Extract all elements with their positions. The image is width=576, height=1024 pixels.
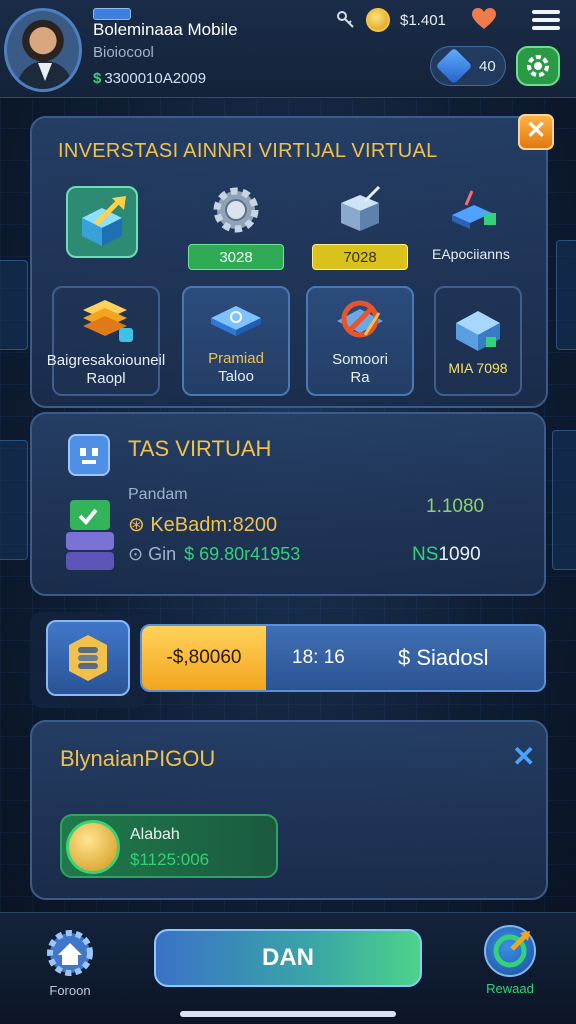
coin-icon — [366, 8, 390, 32]
panel-title: TAS VIRTUAH — [128, 436, 272, 461]
value-right-1: 1.1080 — [426, 496, 485, 517]
nav-home[interactable]: Foroon — [40, 927, 100, 998]
card-no-sign[interactable]: Somoori Ra — [306, 286, 414, 396]
currency-row: $1.401 — [336, 6, 446, 34]
reward-value: $1125:006 — [130, 850, 210, 869]
house-icon — [456, 311, 500, 351]
key-icon[interactable] — [336, 10, 356, 30]
card-money-stack[interactable]: Baigresakoiouneil Raopl — [47, 286, 165, 396]
card-label: MIA 7098 — [448, 360, 508, 376]
close-icon[interactable]: ✕ — [512, 740, 535, 773]
balance-value: 3300010A2009 — [104, 70, 207, 87]
profile-balance: $3300010A2009 — [93, 70, 206, 87]
bar-amount[interactable]: -$,80060 — [142, 626, 266, 690]
gem-value: 40 — [479, 57, 496, 75]
nav-label: Foroon — [49, 983, 91, 998]
gin-line: ⊙ Gin $ 69.80r41953 — [128, 544, 301, 564]
blue-book-icon — [435, 180, 507, 240]
coin-stack-button[interactable] — [46, 620, 130, 696]
coin-icon — [66, 820, 120, 874]
panel-title: BlynaianPIGOU — [60, 746, 216, 771]
value-right-2: NS1090 — [412, 544, 481, 565]
profile-subtitle: Bioiocool — [93, 44, 154, 61]
top-header: Boleminaaa Mobile Bioiocool $3300010A200… — [0, 0, 576, 98]
card-label: Baigresakoiouneil Raopl — [46, 352, 166, 387]
profile-name: Boleminaaa Mobile — [93, 20, 238, 39]
bonus-panel: BlynaianPIGOU ✕ Alabah $1125:006 — [30, 720, 548, 900]
reward-label: Alabah — [130, 826, 180, 843]
reward-card[interactable]: Alabah $1125:006 — [60, 814, 278, 878]
trade-bar[interactable]: -$,80060 18: 16 $ Siadosl — [140, 624, 546, 692]
tile-book[interactable]: EApociianns — [432, 180, 510, 262]
blue-tag-icon — [211, 306, 261, 336]
tile-value: 3028 — [188, 244, 284, 270]
panel-title: INVERSTASI AINNRI VIRTIJAL VIRTUAL — [58, 140, 438, 162]
nav-reward[interactable]: Rewaad — [478, 925, 542, 996]
tile-value: 7028 — [312, 244, 408, 270]
dollar-icon: $ — [93, 70, 102, 87]
tile-label: EApociianns — [432, 246, 510, 262]
card-house[interactable]: MIA 7098 — [434, 286, 522, 396]
cube-growth-icon — [66, 186, 138, 258]
bar-time: 18: 16 — [292, 647, 345, 668]
close-button[interactable]: ✕ — [518, 114, 554, 150]
background-screen — [556, 240, 576, 350]
heart-icon[interactable] — [472, 8, 496, 30]
menu-icon[interactable] — [532, 10, 560, 30]
gear-icon — [527, 55, 549, 77]
gem-icon — [435, 47, 473, 85]
background-screen — [552, 430, 576, 570]
stack-money-icon — [83, 300, 133, 342]
investment-panel: INVERSTASI AINNRI VIRTIJAL VIRTUAL ✕ 302… — [30, 114, 554, 408]
settings-button[interactable] — [516, 46, 560, 86]
tile-gear[interactable]: 3028 — [188, 180, 284, 270]
coin-badge-icon — [69, 635, 107, 681]
coin-icon: ⊛ — [128, 514, 151, 536]
background-screen — [0, 440, 28, 560]
location-icon: ⊙ — [128, 544, 149, 564]
gem-counter[interactable]: 40 — [430, 46, 506, 86]
no-sign-icon — [337, 300, 383, 338]
avatar[interactable] — [4, 8, 82, 92]
item-label: Pandam — [128, 486, 188, 503]
tile-growth[interactable] — [66, 186, 138, 258]
home-indicator[interactable] — [180, 1011, 396, 1017]
bottom-nav: Foroon DAN Rewaad — [0, 912, 576, 1024]
cube-icon — [68, 434, 110, 476]
home-gear-icon — [47, 930, 93, 976]
tile-box[interactable]: 7028 — [312, 180, 408, 270]
coin-line: ⊛ KeBadm:8200 — [128, 514, 278, 536]
level-badge — [93, 8, 131, 20]
arrow-badge-icon — [484, 925, 536, 977]
main-action-button[interactable]: DAN — [154, 929, 422, 987]
card-tag[interactable]: Pramiad Taloo — [182, 286, 290, 396]
cube-stack-icon — [66, 496, 118, 574]
background-screen — [0, 260, 28, 350]
card-label: Pramiad Taloo — [208, 350, 264, 385]
nav-label: Rewaad — [486, 981, 534, 996]
virtual-panel: TAS VIRTUAH Pandam ⊛ KeBadm:8200 ⊙ Gin $ … — [30, 412, 546, 596]
bar-balance: $ Siadosl — [398, 645, 489, 670]
card-label: Somoori Ra — [332, 351, 388, 386]
box-tools-icon — [324, 180, 396, 240]
coin-value: $1.401 — [400, 11, 446, 29]
gear-icon — [200, 180, 272, 240]
